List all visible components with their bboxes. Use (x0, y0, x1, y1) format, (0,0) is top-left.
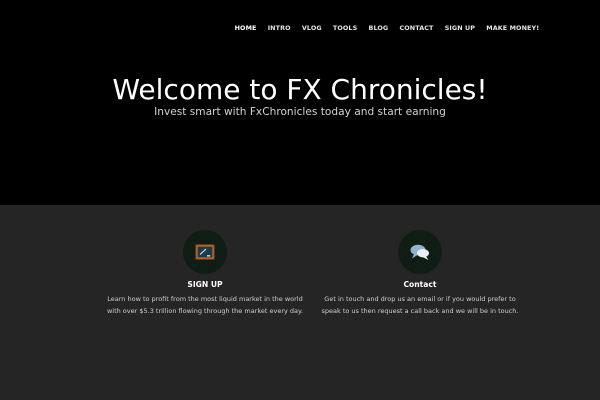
feature-contact: Contact Get in touch and drop us an emai… (320, 230, 520, 317)
nav-item-home[interactable]: HOME (229, 24, 262, 32)
feature-text: Learn how to profit from the most liquid… (106, 295, 304, 315)
nav-item-tools[interactable]: TOOLS (327, 24, 363, 32)
feature-title: SIGN UP (187, 280, 223, 289)
chalkboard-icon (183, 230, 227, 274)
nav-item-vlog[interactable]: VLOG (296, 24, 327, 32)
nav-item-make-money[interactable]: MAKE MONEY! (481, 24, 545, 32)
feature-title: Contact (403, 280, 437, 289)
feature-sign-up: SIGN UP Learn how to profit from the mos… (105, 230, 305, 317)
nav-item-intro[interactable]: INTRO (262, 24, 296, 32)
speech-bubbles-icon (398, 230, 442, 274)
feature-text: Get in touch and drop us an email or if … (321, 295, 519, 315)
main-nav: HOME INTRO VLOG TOOLS BLOG CONTACT SIGN … (229, 20, 545, 36)
nav-item-blog[interactable]: BLOG (363, 24, 394, 32)
nav-item-sign-up[interactable]: SIGN UP (439, 24, 481, 32)
hero-section: HOME INTRO VLOG TOOLS BLOG CONTACT SIGN … (0, 0, 600, 205)
nav-item-contact[interactable]: CONTACT (394, 24, 439, 32)
hero-subtitle: Invest smart with FxChronicles today and… (154, 106, 446, 118)
